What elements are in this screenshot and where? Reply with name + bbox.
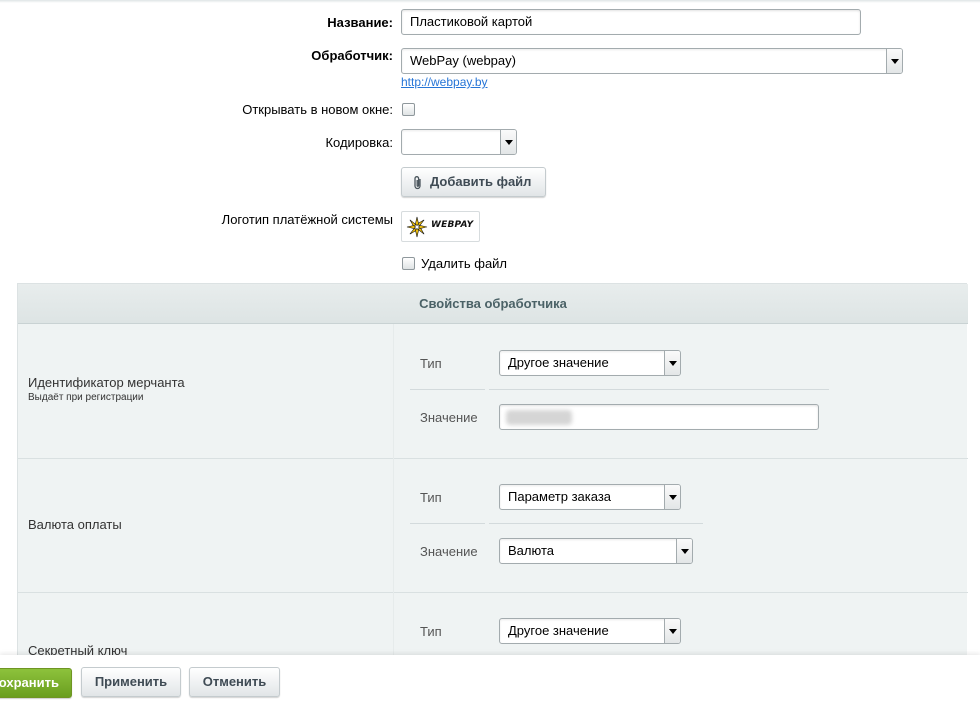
handler-properties-panel: Свойства обработчика [17,283,968,664]
name-input[interactable]: Пластиковой картой [401,9,861,35]
handler-select-value: WebPay (webpay) [410,53,516,68]
chevron-down-icon[interactable] [664,485,680,509]
merchant-type-value: Другое значение [508,355,609,370]
encoding-select[interactable] [401,129,517,155]
handler-label: Обработчик: [311,48,393,63]
webpay-logo: WEBPAY [401,211,480,242]
top-edge [0,0,980,3]
logo-label: Логотип платёжной системы [221,212,393,227]
apply-button[interactable]: Применить [81,667,181,697]
row-divider [18,458,968,459]
secret-type-value: Другое значение [508,623,609,638]
row-divider [18,592,968,593]
name-label: Название: [327,15,393,30]
chevron-down-icon[interactable] [886,49,902,73]
cancel-button[interactable]: Отменить [189,667,280,697]
merchant-id-subtitle: Выдаёт при регистрации [28,392,144,403]
currency-value-select[interactable]: Валюта [499,538,693,564]
new-window-label: Открывать в новом окне: [242,102,393,117]
save-button[interactable]: охранить [0,668,72,698]
chevron-down-icon[interactable] [500,130,516,154]
currency-type-label: Тип [420,490,442,505]
merchant-type-select[interactable]: Другое значение [499,350,681,376]
logo-wordmark: WEBPAY [431,220,474,230]
sub-divider [410,523,485,524]
merchant-type-label: Тип [420,356,442,371]
redacted-value [506,410,572,425]
currency-type-value: Параметр заказа [508,489,612,504]
handler-select[interactable]: WebPay (webpay) [401,48,903,74]
secret-type-select[interactable]: Другое значение [499,618,681,644]
sub-divider [489,389,829,390]
delete-file-checkbox[interactable] [402,257,415,270]
delete-file-label: Удалить файл [421,256,508,271]
sub-divider [489,523,703,524]
paperclip-icon [414,176,421,190]
chevron-down-icon[interactable] [664,619,680,643]
currency-type-select[interactable]: Параметр заказа [499,484,681,510]
sun-icon [406,216,428,238]
add-file-button[interactable]: Добавить файл [401,167,546,197]
handler-link[interactable]: http://webpay.by [401,75,488,89]
currency-value-label: Значение [420,544,478,559]
chevron-down-icon[interactable] [664,351,680,375]
currency-value: Валюта [508,543,554,558]
chevron-down-icon[interactable] [676,539,692,563]
panel-title: Свойства обработчика [18,284,968,324]
currency-label: Валюта оплаты [28,517,122,532]
encoding-label: Кодировка: [325,135,393,150]
merchant-id-label: Идентификатор мерчанта [28,375,185,390]
sub-divider [410,389,485,390]
merchant-value-label: Значение [420,410,478,425]
column-divider [393,324,394,664]
add-file-label: Добавить файл [430,174,532,189]
new-window-checkbox[interactable] [402,103,415,116]
secret-type-label: Тип [420,624,442,639]
